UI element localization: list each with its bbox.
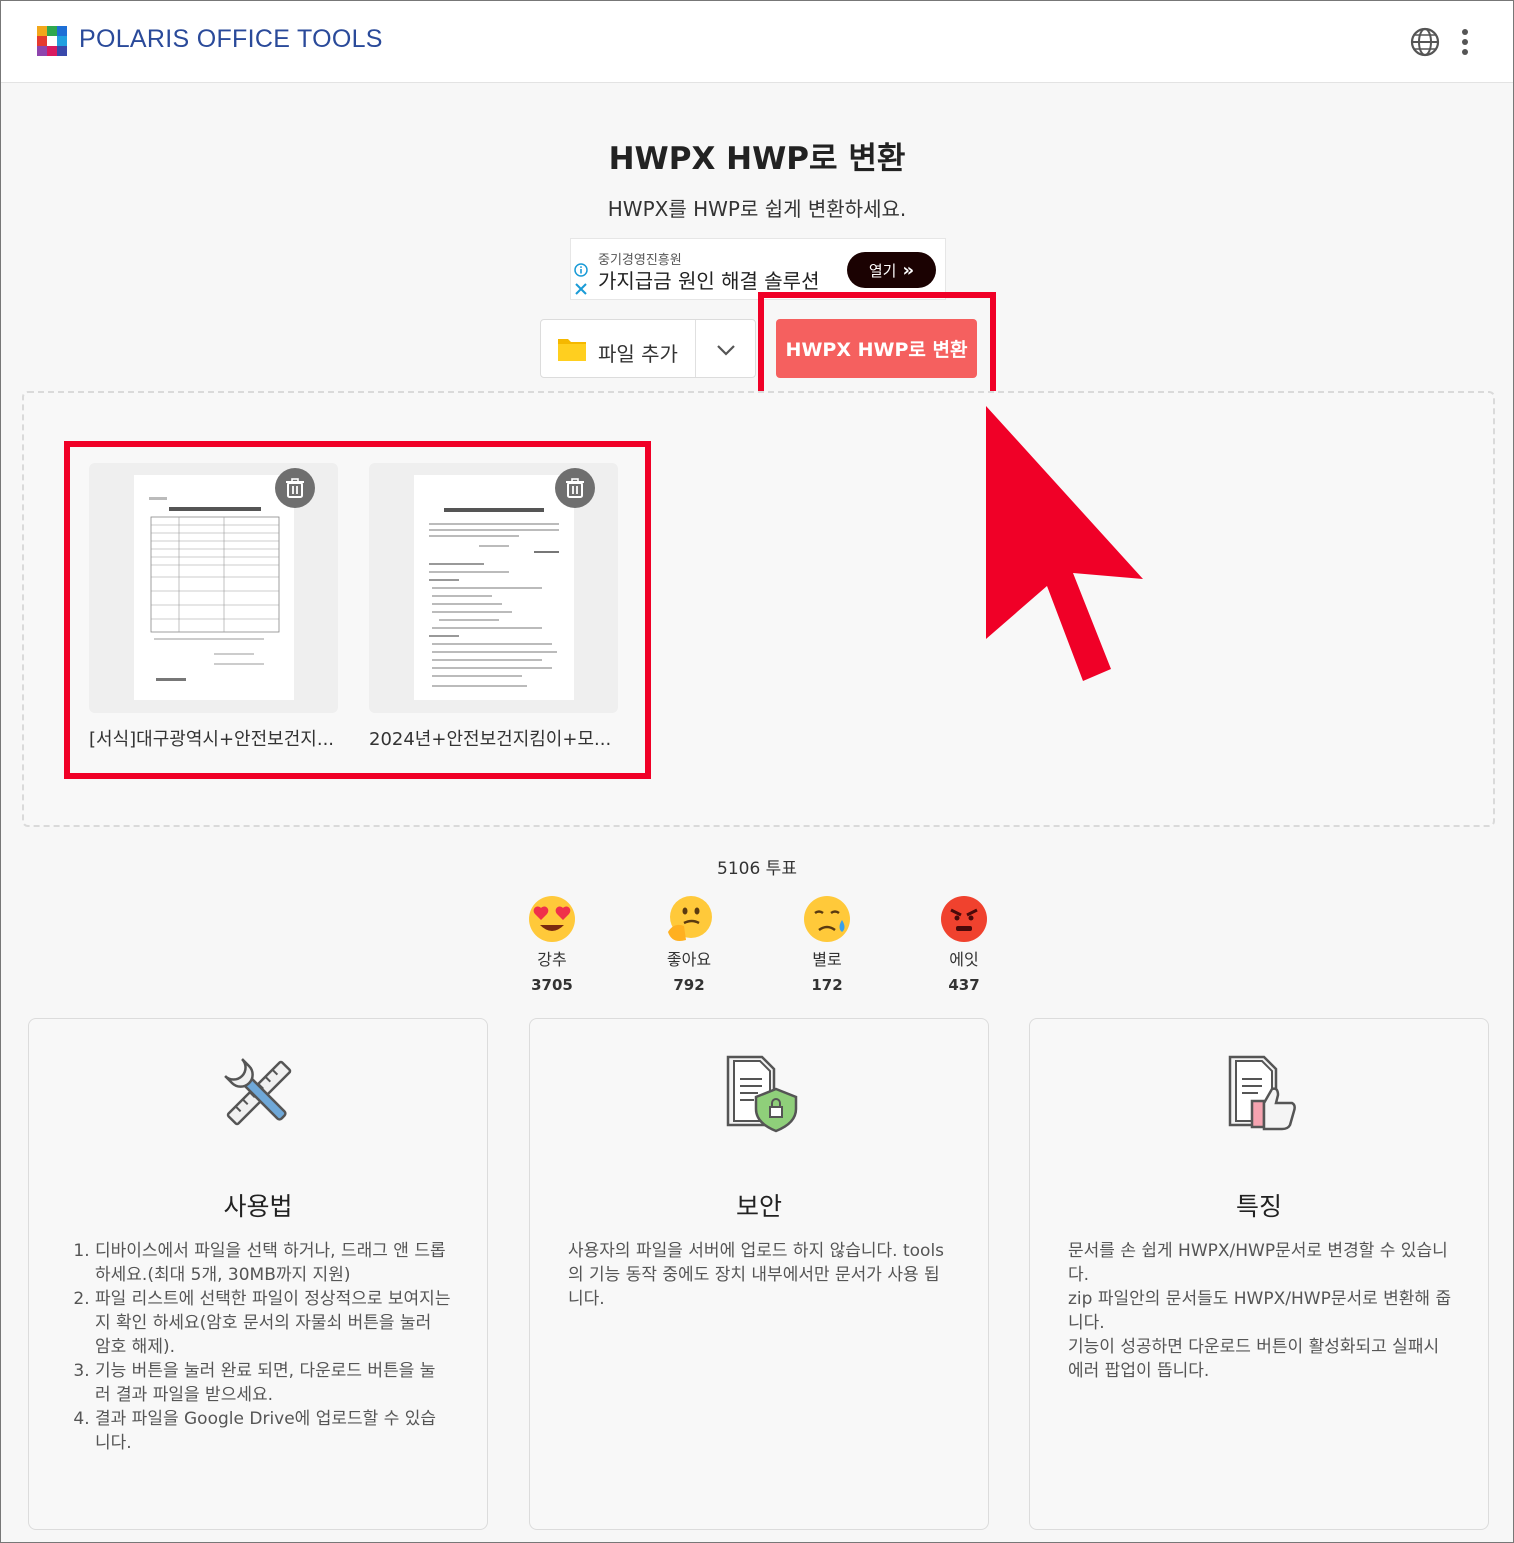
- files-highlight-box: [64, 441, 651, 779]
- feature-title: 사용법: [223, 1192, 293, 1221]
- brand-name[interactable]: POLARIS OFFICE TOOLS: [79, 25, 383, 54]
- feature-title: 보안: [735, 1192, 782, 1221]
- folder-icon: [558, 339, 586, 361]
- feature-card-usage: 사용법 디바이스에서 파일을 선택 하거나, 드래그 앤 드롭 하세요.(최대 …: [28, 1018, 488, 1530]
- thinking-emoji-icon: [668, 896, 712, 941]
- reaction-count: 3705: [531, 976, 573, 994]
- chevron-down-icon[interactable]: [715, 340, 737, 360]
- reaction-count: 792: [673, 976, 705, 994]
- secure-document-icon: [726, 1055, 798, 1133]
- reaction-count: 172: [811, 976, 843, 994]
- reaction-meh[interactable]: 별로 172: [777, 894, 877, 994]
- add-file-button[interactable]: 파일 추가: [540, 319, 756, 378]
- reaction-like[interactable]: 좋아요 792: [639, 894, 739, 994]
- reaction-love[interactable]: 강추 3705: [502, 894, 602, 994]
- reaction-angry[interactable]: 에잇 437: [914, 894, 1014, 994]
- sad-tear-emoji-icon: [804, 896, 850, 942]
- angry-emoji-icon: [941, 896, 987, 942]
- usage-step: 파일 리스트에 선택한 파일이 정상적으로 보여지는지 확인 하세요(암호 문서…: [95, 1287, 451, 1359]
- heart-eyes-emoji-icon: [529, 896, 575, 942]
- top-header: POLARIS OFFICE TOOLS: [1, 1, 1513, 83]
- usage-steps: 디바이스에서 파일을 선택 하거나, 드래그 앤 드롭 하세요.(최대 5개, …: [67, 1239, 451, 1455]
- feature-body: 사용자의 파일을 서버에 업로드 하지 않습니다. tools의 기능 동작 중…: [568, 1241, 945, 1309]
- feature-line: 문서를 손 쉽게 HWPX/HWP문서로 변경할 수 있습니다.: [1068, 1241, 1448, 1285]
- feature-body: 문서를 손 쉽게 HWPX/HWP문서로 변경할 수 있습니다. zip 파일안…: [1068, 1239, 1452, 1383]
- globe-icon[interactable]: [1409, 26, 1441, 58]
- tools-icon: [224, 1058, 292, 1126]
- reaction-count: 437: [948, 976, 980, 994]
- usage-step: 결과 파일을 Google Drive에 업로드할 수 있습니다.: [95, 1407, 451, 1455]
- feature-line: 기능이 성공하면 다운로드 버튼이 활성화되고 실패시 에러 팝업이 뜹니다.: [1068, 1337, 1440, 1381]
- document-thumbs-up-icon: [1228, 1055, 1296, 1131]
- ad-open-button[interactable]: 열기 »: [847, 252, 936, 288]
- page-subtitle: HWPX를 HWP로 쉽게 변환하세요.: [607, 197, 907, 221]
- pointer-arrow-icon: [986, 406, 1143, 681]
- reaction-label: 강추: [537, 950, 567, 969]
- ad-info-icon[interactable]: [574, 263, 588, 277]
- ad-close-icon[interactable]: [574, 282, 588, 296]
- add-file-divider: [695, 320, 696, 377]
- feature-card-security: 보안 사용자의 파일을 서버에 업로드 하지 않습니다. tools의 기능 동…: [529, 1018, 989, 1530]
- reaction-label: 별로: [812, 950, 842, 969]
- double-chevron-right-icon: »: [902, 259, 915, 281]
- usage-step: 디바이스에서 파일을 선택 하거나, 드래그 앤 드롭 하세요.(최대 5개, …: [95, 1239, 451, 1287]
- add-file-label: 파일 추가: [598, 342, 678, 366]
- feature-body: 디바이스에서 파일을 선택 하거나, 드래그 앤 드롭 하세요.(최대 5개, …: [67, 1239, 451, 1455]
- feature-title: 특징: [1235, 1192, 1282, 1221]
- more-vertical-icon[interactable]: [1453, 26, 1477, 58]
- feature-line: zip 파일안의 문서들도 HWPX/HWP문서로 변환해 줍니다.: [1068, 1289, 1452, 1333]
- reaction-label: 에잇: [949, 950, 979, 969]
- ad-banner[interactable]: 중기경영진흥원 가지급금 원인 해결 솔루션 열기 »: [570, 238, 946, 300]
- reaction-label: 좋아요: [666, 950, 712, 969]
- ad-open-label: 열기: [868, 261, 897, 280]
- vote-total: 5106 투표: [717, 859, 797, 879]
- usage-step: 기능 버튼을 눌러 완료 되면, 다운로드 버튼을 눌러 결과 파일을 받으세요…: [95, 1359, 451, 1407]
- ad-headline[interactable]: 가지급금 원인 해결 솔루션: [598, 265, 819, 294]
- polaris-logo-icon[interactable]: [37, 26, 67, 56]
- page-title: HWPX HWP로 변환: [608, 141, 906, 177]
- feature-card-features: 특징 문서를 손 쉽게 HWPX/HWP문서로 변경할 수 있습니다. zip …: [1029, 1018, 1489, 1530]
